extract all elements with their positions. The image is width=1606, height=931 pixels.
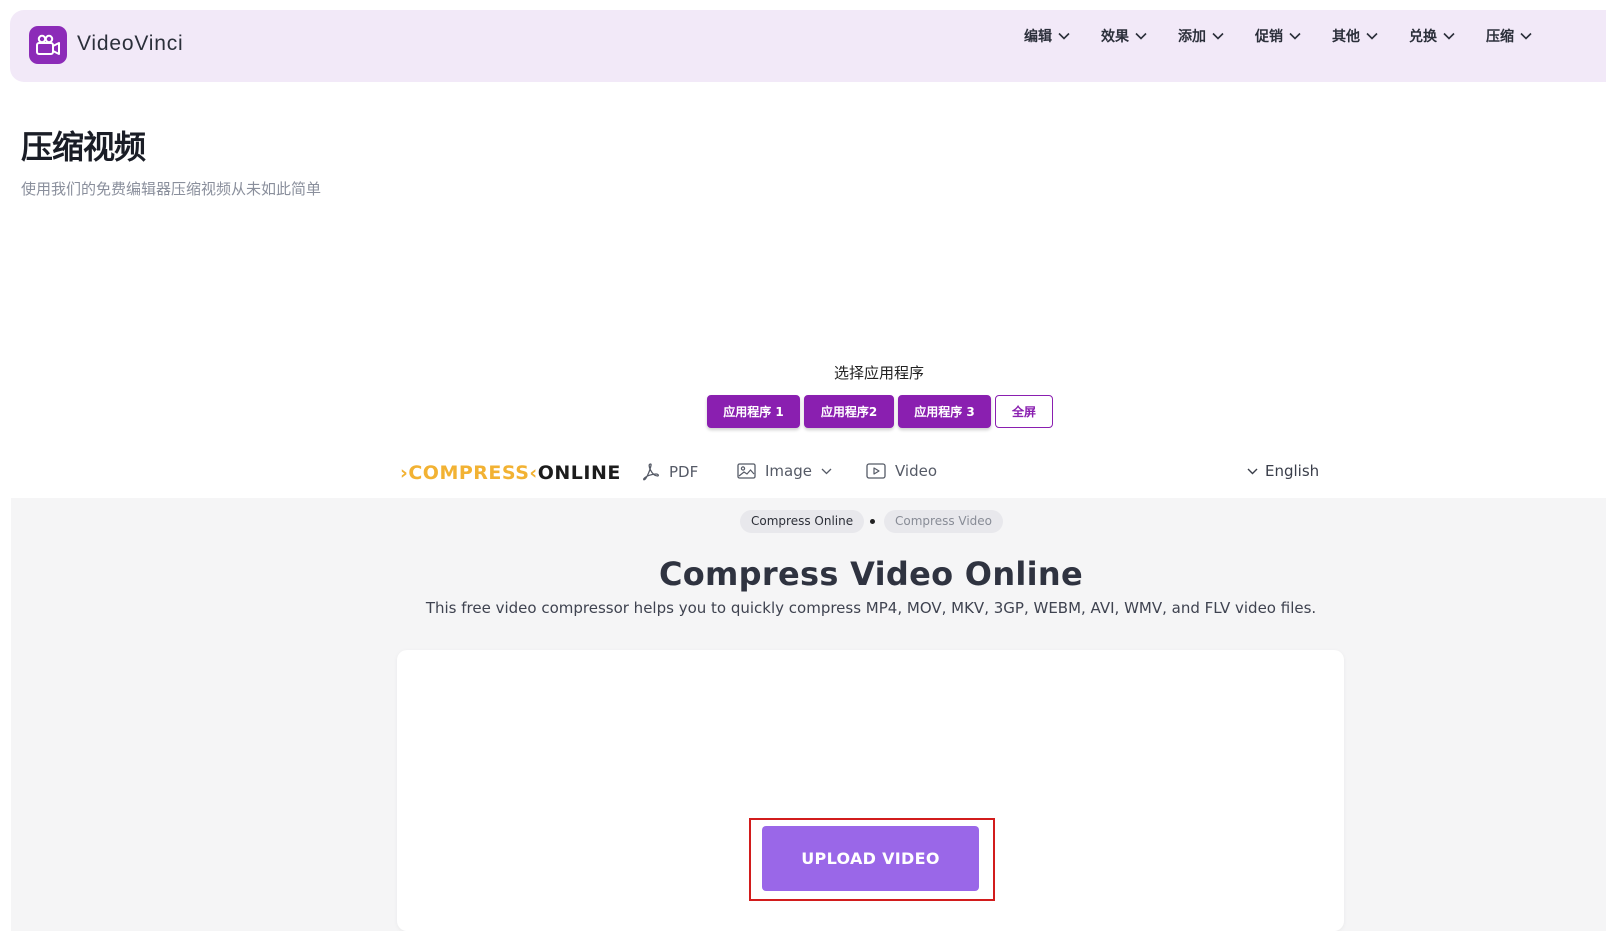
site-header: VideoVinci	[10, 10, 1606, 82]
image-menu-label: Image	[765, 462, 812, 480]
page-subtitle: 使用我们的免费编辑器压缩视频从未如此简单	[21, 180, 322, 198]
chevron-down-icon	[1058, 32, 1070, 40]
nav-item-label: 效果	[1101, 28, 1129, 44]
breadcrumb-home[interactable]: Compress Online	[740, 510, 865, 533]
upload-video-button[interactable]: UPLOAD VIDEO	[762, 826, 979, 891]
nav-item-promo[interactable]: 促销	[1255, 26, 1301, 46]
nav-item-compress[interactable]: 压缩	[1486, 26, 1532, 46]
breadcrumb-current: Compress Video	[884, 510, 1004, 533]
nav-item-other[interactable]: 其他	[1332, 26, 1378, 46]
nav-item-convert[interactable]: 兑换	[1409, 26, 1455, 46]
hero-description: This free video compressor helps you to …	[425, 599, 1317, 617]
compress-online-logo[interactable]: ›COMPRESS‹ONLINE	[400, 462, 621, 484]
image-menu[interactable]: Image	[737, 462, 832, 480]
language-selector[interactable]: English	[1247, 462, 1319, 480]
video-camera-logo-icon[interactable]	[29, 26, 67, 64]
app-selector-label: 选择应用程序	[833, 364, 924, 382]
breadcrumb-separator	[870, 519, 875, 524]
chevron-down-icon	[1443, 32, 1455, 40]
pdf-icon	[643, 463, 659, 481]
chevron-down-icon	[821, 468, 832, 474]
nav-item-label: 添加	[1178, 28, 1206, 44]
chevron-down-icon	[1135, 32, 1147, 40]
app-2-button[interactable]: 应用程序2	[804, 395, 894, 428]
app-1-button[interactable]: 应用程序 1	[707, 395, 800, 428]
brand-name[interactable]: VideoVinci	[77, 32, 183, 56]
app-3-button[interactable]: 应用程序 3	[898, 395, 991, 428]
video-play-icon	[866, 463, 886, 479]
nav-item-label: 促销	[1255, 28, 1283, 44]
logo-text-online: ONLINE	[537, 462, 621, 484]
logo-text-compress: COMPRESS	[408, 462, 530, 484]
pdf-link-label: PDF	[669, 462, 699, 481]
nav-item-label: 压缩	[1486, 28, 1514, 44]
video-link[interactable]: Video	[866, 462, 937, 480]
main-nav: 编辑 效果 添加 促销 其他 兑换 压缩	[1024, 26, 1563, 46]
fullscreen-button[interactable]: 全屏	[995, 395, 1053, 428]
nav-item-add[interactable]: 添加	[1178, 26, 1224, 46]
chevron-down-icon	[1289, 32, 1301, 40]
app-selector-buttons: 应用程序 1 应用程序2 应用程序 3 全屏	[707, 395, 1053, 428]
page-title: 压缩视频	[21, 128, 146, 166]
nav-item-label: 其他	[1332, 28, 1360, 44]
video-link-label: Video	[895, 462, 938, 480]
hero-title: Compress Video Online	[658, 555, 1084, 593]
chevron-down-icon	[1212, 32, 1224, 40]
chevron-down-icon	[1520, 32, 1532, 40]
chevron-down-icon	[1247, 468, 1258, 474]
nav-item-label: 兑换	[1409, 28, 1437, 44]
chevron-down-icon	[1366, 32, 1378, 40]
language-label: English	[1265, 462, 1320, 480]
image-icon	[737, 463, 756, 479]
nav-item-edit[interactable]: 编辑	[1024, 26, 1070, 46]
logo-chevron-right-icon: ‹	[529, 462, 538, 484]
nav-item-label: 编辑	[1024, 28, 1052, 44]
nav-item-effects[interactable]: 效果	[1101, 26, 1147, 46]
pdf-link[interactable]: PDF	[641, 462, 698, 481]
